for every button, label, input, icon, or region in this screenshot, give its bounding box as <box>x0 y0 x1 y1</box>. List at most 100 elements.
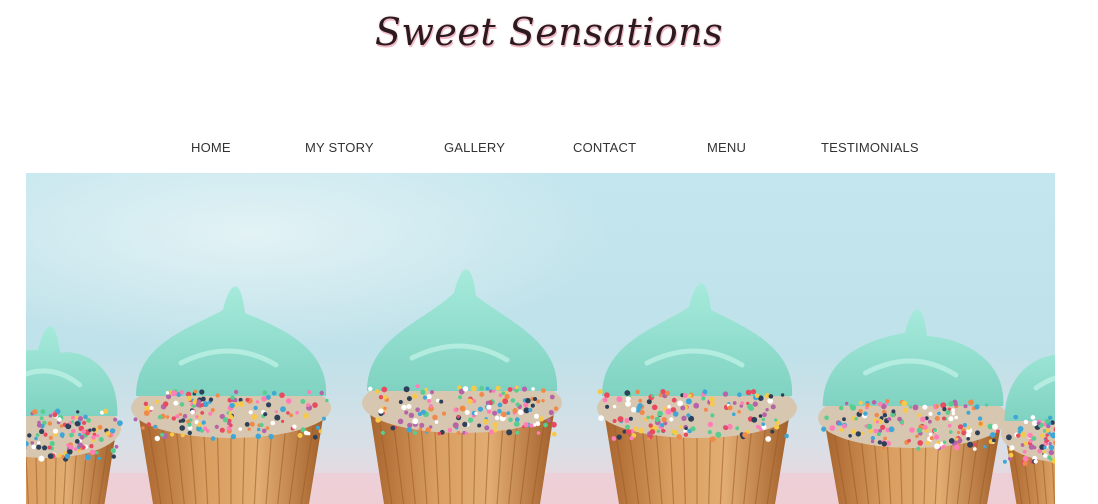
sprinkle <box>437 431 442 436</box>
sprinkle <box>430 390 434 395</box>
sprinkle <box>380 430 385 435</box>
sprinkle <box>616 434 622 440</box>
sprinkle <box>870 439 875 444</box>
sprinkle <box>518 409 524 415</box>
sprinkle <box>942 407 947 412</box>
sprinkle <box>441 411 447 416</box>
sprinkle <box>855 431 861 437</box>
sprinkle <box>419 422 425 428</box>
sprinkle <box>690 426 696 432</box>
sprinkle <box>1044 436 1048 441</box>
sprinkle <box>512 407 518 414</box>
sprinkle <box>398 400 403 404</box>
nav-item-contact[interactable]: CONTACT <box>573 140 636 155</box>
sprinkle <box>397 418 404 425</box>
sprinkle <box>882 413 888 418</box>
sprinkle <box>289 413 293 418</box>
sprinkle <box>477 406 483 412</box>
nav-item-gallery[interactable]: GALLERY <box>444 140 505 155</box>
nav-item-my-story[interactable]: MY STORY <box>305 140 374 155</box>
sprinkle <box>624 417 630 424</box>
sprinkle <box>925 440 931 446</box>
sprinkle <box>374 389 380 394</box>
sprinkle <box>686 413 691 418</box>
sprinkle <box>233 389 239 395</box>
sprinkle <box>765 436 772 442</box>
sprinkle <box>680 405 686 411</box>
sprinkle <box>306 431 311 436</box>
sprinkle <box>732 401 737 405</box>
sprinkle <box>266 402 272 408</box>
sprinkle <box>88 428 92 432</box>
sprinkle <box>916 446 921 451</box>
sprinkle <box>36 444 42 450</box>
sprinkle <box>77 442 84 448</box>
sprinkle <box>458 395 462 400</box>
sprinkle <box>884 402 889 406</box>
sprinkle <box>497 408 502 414</box>
sprinkle <box>735 426 740 431</box>
sprinkle <box>179 390 184 395</box>
sprinkle <box>1033 459 1038 464</box>
sprinkle <box>654 416 660 423</box>
sprinkle <box>530 403 535 408</box>
sprinkle <box>306 403 311 407</box>
sprinkle <box>197 422 202 428</box>
nav-item-menu[interactable]: MENU <box>707 140 746 155</box>
sprinkle <box>611 436 617 441</box>
sprinkle <box>1022 449 1027 454</box>
sprinkle <box>525 397 531 404</box>
sprinkle <box>103 408 109 414</box>
sprinkle <box>1017 426 1024 432</box>
sprinkle <box>27 433 32 438</box>
sprinkle <box>678 425 683 429</box>
sprinkle <box>873 428 879 434</box>
sprinkle <box>649 429 656 435</box>
sprinkle <box>432 414 438 420</box>
sprinkle <box>861 431 865 435</box>
sprinkle <box>669 417 674 422</box>
sprinkle <box>858 409 863 414</box>
sprinkle <box>427 399 431 403</box>
sprinkle <box>883 436 887 441</box>
sprinkle <box>1030 415 1036 420</box>
sprinkle <box>871 400 877 405</box>
sprinkle <box>968 399 974 406</box>
sprinkle <box>462 421 468 427</box>
sprinkle <box>933 428 938 432</box>
sprinkle <box>597 389 603 395</box>
sprinkle <box>955 437 959 441</box>
sprinkle <box>755 424 760 429</box>
sprinkle <box>195 415 199 419</box>
site-logo[interactable]: Sweet Sensations <box>0 4 1098 60</box>
sprinkle <box>538 416 545 422</box>
sprinkle <box>52 412 58 418</box>
sprinkle <box>605 404 610 409</box>
sprinkle <box>1013 414 1019 420</box>
sprinkle <box>203 426 208 431</box>
nav-item-home[interactable]: HOME <box>191 140 231 155</box>
sprinkle <box>543 422 548 428</box>
sprinkle <box>187 430 192 436</box>
sprinkle <box>498 393 503 397</box>
sprinkle <box>143 401 149 406</box>
sprinkle <box>770 404 776 410</box>
sprinkle <box>737 392 742 397</box>
sprinkle <box>312 434 318 440</box>
sprinkle <box>882 446 887 451</box>
sprinkle <box>492 422 499 428</box>
sprinkle <box>286 411 290 415</box>
sprinkle <box>966 426 971 430</box>
sprinkle <box>875 420 880 424</box>
sprinkle <box>672 411 679 417</box>
sprinkle <box>534 413 539 419</box>
sprinkle <box>154 435 160 442</box>
sprinkle <box>992 423 998 430</box>
sprinkle <box>315 425 321 430</box>
nav-item-testimonials[interactable]: TESTIMONIALS <box>821 140 919 155</box>
sprinkle <box>922 424 928 430</box>
sprinkle <box>36 422 42 428</box>
sprinkle <box>541 388 546 393</box>
sprinkle <box>661 428 666 433</box>
sprinkle <box>182 413 188 419</box>
